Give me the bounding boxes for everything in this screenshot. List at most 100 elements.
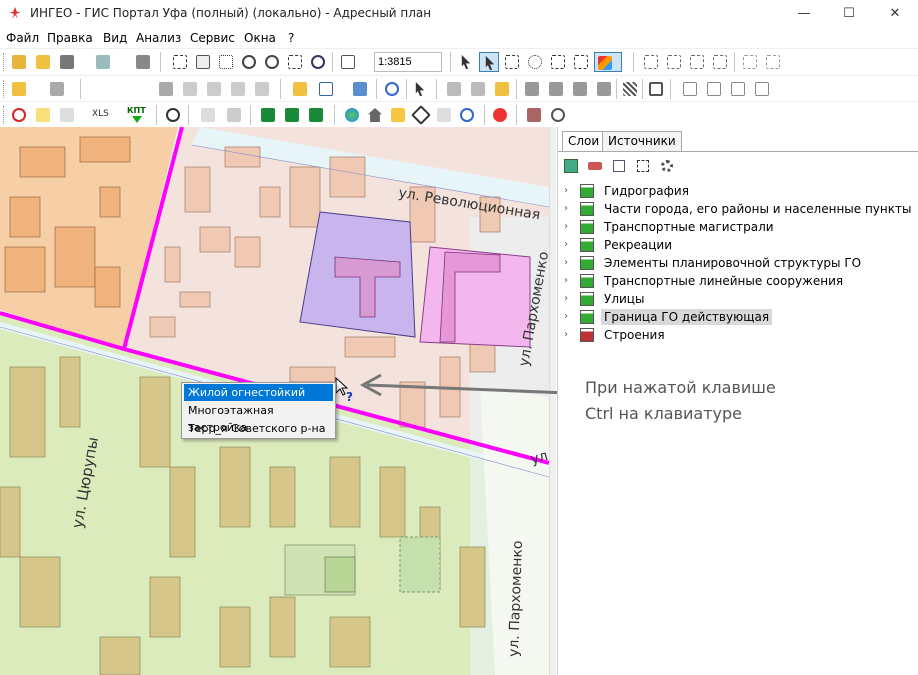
zoom-in-icon[interactable] bbox=[239, 52, 259, 72]
layer-visibility-icon[interactable] bbox=[580, 274, 594, 288]
layer-visibility-icon[interactable] bbox=[580, 184, 594, 198]
layer-window-icon[interactable] bbox=[610, 157, 628, 175]
merge-object-icon[interactable] bbox=[252, 79, 272, 99]
menu-analysis[interactable]: Анализ bbox=[136, 31, 181, 45]
scale-select-icon[interactable] bbox=[338, 52, 358, 72]
menu-service[interactable]: Сервис bbox=[190, 31, 235, 45]
layer-visibility-icon[interactable] bbox=[580, 202, 594, 216]
bookmark-icon[interactable] bbox=[388, 105, 408, 125]
xls-export-icon[interactable]: XLS bbox=[90, 105, 116, 125]
print-icon[interactable] bbox=[133, 52, 153, 72]
query-icon[interactable] bbox=[198, 105, 218, 125]
tab-layers[interactable]: Слои bbox=[562, 131, 606, 152]
object-properties-icon[interactable] bbox=[47, 79, 67, 99]
first-aid-icon[interactable] bbox=[490, 105, 510, 125]
layer-visibility-icon[interactable] bbox=[580, 220, 594, 234]
select-polygon-icon[interactable] bbox=[548, 52, 568, 72]
height-icon[interactable] bbox=[434, 105, 454, 125]
context-menu-item[interactable]: Многоэтажная застройка bbox=[184, 402, 333, 434]
draw-polygon-icon[interactable] bbox=[492, 79, 512, 99]
layer-visibility-icon[interactable] bbox=[580, 292, 594, 306]
layer-settings-icon[interactable] bbox=[350, 79, 370, 99]
map-scrollbar[interactable] bbox=[549, 127, 556, 675]
zoom-previous-icon[interactable] bbox=[308, 52, 328, 72]
plugin-icon[interactable] bbox=[524, 105, 544, 125]
tab-sources[interactable]: Источники bbox=[602, 131, 682, 151]
chevron-right-icon[interactable]: › bbox=[564, 239, 574, 251]
style-palette-icon[interactable] bbox=[594, 52, 622, 72]
frame-icon[interactable] bbox=[646, 79, 666, 99]
route-icon[interactable] bbox=[57, 105, 77, 125]
menu-windows[interactable]: Окна bbox=[244, 31, 276, 45]
select-info-icon[interactable] bbox=[479, 52, 499, 72]
select-lasso-icon[interactable] bbox=[525, 52, 545, 72]
menu-view[interactable]: Вид bbox=[103, 31, 127, 45]
new-object-icon[interactable] bbox=[9, 79, 29, 99]
help-icon[interactable] bbox=[457, 105, 477, 125]
kpt-import-icon[interactable]: КПТ bbox=[125, 105, 149, 125]
draw-point-icon[interactable] bbox=[468, 79, 488, 99]
menu-file[interactable]: Файл bbox=[6, 31, 39, 45]
zoom-frame-icon[interactable] bbox=[170, 52, 190, 72]
zoom-out-icon[interactable] bbox=[262, 52, 282, 72]
select-all-icon[interactable] bbox=[571, 52, 591, 72]
navigate-icon[interactable] bbox=[411, 105, 431, 125]
hatch-icon[interactable] bbox=[620, 79, 640, 99]
chevron-right-icon[interactable]: › bbox=[564, 185, 574, 197]
home-icon[interactable] bbox=[365, 105, 385, 125]
pan-hand-icon[interactable] bbox=[193, 52, 213, 72]
search-icon[interactable] bbox=[163, 105, 183, 125]
toolbar-grip[interactable] bbox=[3, 53, 6, 71]
layer-back-icon[interactable] bbox=[586, 157, 604, 175]
layer-extent-icon[interactable] bbox=[634, 157, 652, 175]
move-object-icon[interactable] bbox=[180, 79, 200, 99]
print-preview-icon[interactable] bbox=[93, 52, 113, 72]
edit-vertex-icon[interactable] bbox=[740, 52, 760, 72]
open-project-icon[interactable] bbox=[33, 52, 53, 72]
doc-4-icon[interactable] bbox=[752, 79, 772, 99]
info-pointer-icon[interactable] bbox=[410, 79, 430, 99]
note-icon[interactable] bbox=[33, 105, 53, 125]
grid-select-2-icon[interactable] bbox=[664, 52, 684, 72]
flag-3-icon[interactable] bbox=[306, 105, 326, 125]
undo-icon[interactable] bbox=[382, 79, 402, 99]
grid-select-3-icon[interactable] bbox=[687, 52, 707, 72]
doc-1-icon[interactable] bbox=[680, 79, 700, 99]
copy-object-icon[interactable] bbox=[522, 79, 542, 99]
delete-object-icon[interactable] bbox=[156, 79, 176, 99]
table-view-icon[interactable] bbox=[316, 79, 336, 99]
edit-move-icon[interactable] bbox=[763, 52, 783, 72]
attribute-add-icon[interactable] bbox=[290, 79, 310, 99]
zoom-tool-icon[interactable] bbox=[548, 105, 568, 125]
zoom-extent-icon[interactable] bbox=[285, 52, 305, 72]
paste-object-icon[interactable] bbox=[546, 79, 566, 99]
scale-input[interactable] bbox=[374, 52, 442, 72]
split-object-icon[interactable] bbox=[228, 79, 248, 99]
no-entry-icon[interactable] bbox=[9, 105, 29, 125]
chevron-right-icon[interactable]: › bbox=[564, 221, 574, 233]
layer-visibility-icon[interactable] bbox=[580, 238, 594, 252]
clip-object-icon[interactable] bbox=[570, 79, 590, 99]
layer-visibility-icon[interactable] bbox=[580, 310, 594, 324]
chevron-right-icon[interactable]: › bbox=[564, 203, 574, 215]
open-map-icon[interactable] bbox=[9, 52, 29, 72]
chevron-right-icon[interactable]: › bbox=[564, 311, 574, 323]
layer-manager-icon[interactable] bbox=[562, 157, 580, 175]
draw-line-icon[interactable] bbox=[444, 79, 464, 99]
close-button[interactable]: ✕ bbox=[872, 0, 918, 28]
menu-help[interactable]: ? bbox=[288, 31, 294, 45]
maximize-button[interactable]: ☐ bbox=[826, 0, 872, 28]
select-arrow-icon[interactable] bbox=[456, 52, 476, 72]
select-rect-icon[interactable] bbox=[502, 52, 522, 72]
menu-edit[interactable]: Правка bbox=[47, 31, 93, 45]
zoom-window-icon[interactable] bbox=[216, 52, 236, 72]
context-menu-item[interactable]: Терр_я Советского р-на bbox=[184, 420, 333, 437]
flag-1-icon[interactable] bbox=[258, 105, 278, 125]
grid-select-icon[interactable] bbox=[641, 52, 661, 72]
report-icon[interactable] bbox=[224, 105, 244, 125]
chevron-right-icon[interactable]: › bbox=[564, 275, 574, 287]
context-menu-item[interactable]: Жилой огнестойкий bbox=[184, 384, 333, 401]
globe-icon[interactable] bbox=[342, 105, 362, 125]
grid-select-4-icon[interactable] bbox=[710, 52, 730, 72]
union-object-icon[interactable] bbox=[594, 79, 614, 99]
